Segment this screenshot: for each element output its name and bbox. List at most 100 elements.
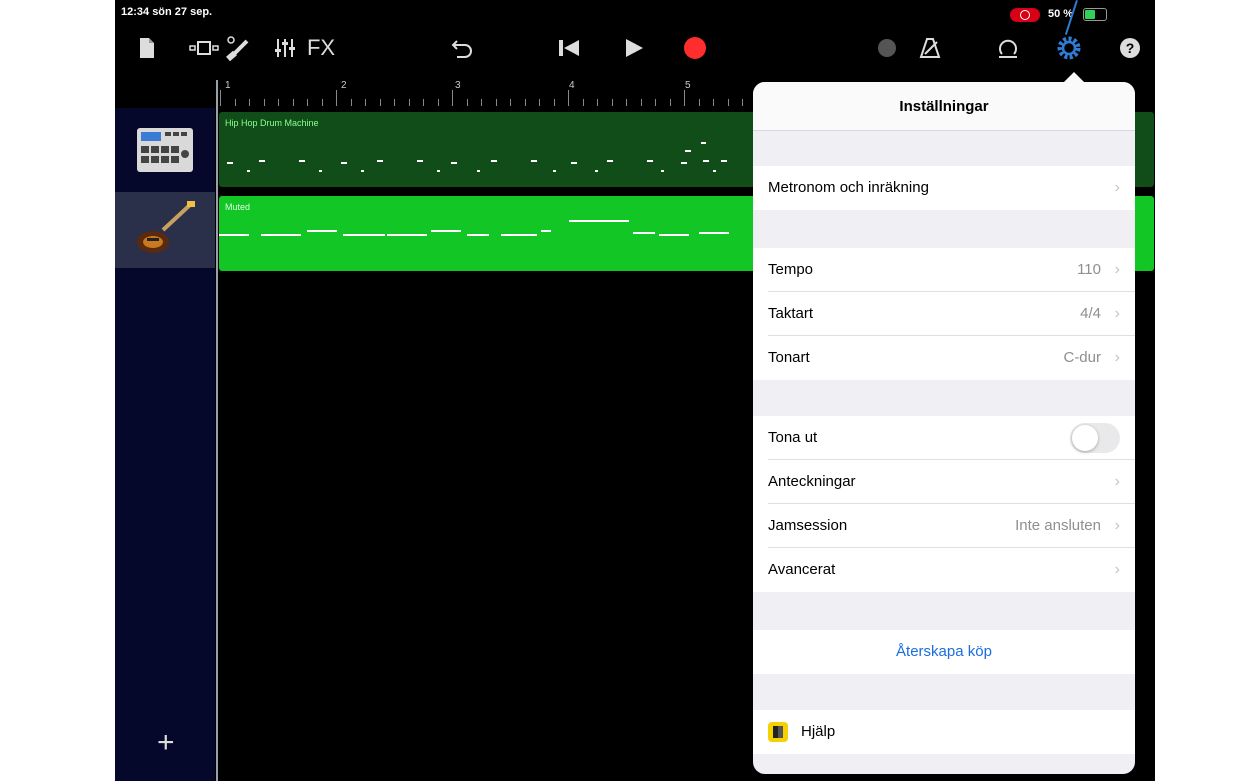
settings-popover: Inställningar Metronom och inräkning › T… [753,82,1135,774]
ruler-tick [220,90,221,106]
ruler-tick [263,99,265,106]
play-icon[interactable] [620,34,648,62]
record-icon[interactable] [681,34,709,62]
help-icon[interactable]: ? [1117,34,1143,62]
midi-note [721,160,727,162]
smart-controls-icon[interactable] [223,34,255,62]
row-label: Tempo [768,261,814,278]
track-header-drums[interactable] [115,112,215,188]
notes-row[interactable]: Anteckningar › [753,460,1135,504]
undo-icon[interactable] [448,34,476,62]
row-value: C-dur [1063,349,1101,366]
midi-note [341,162,347,164]
document-icon[interactable] [135,34,159,62]
help-row[interactable]: Hjälp [753,710,1135,754]
ruler-tick [336,90,337,106]
bar-number: 4 [569,80,575,91]
track-headers: + [115,108,215,781]
key-row[interactable]: Tonart C-dur › [753,336,1135,380]
midi-note [319,170,322,172]
bass-guitar-icon [137,201,195,253]
row-value: 4/4 [1080,305,1101,322]
midi-note [541,230,551,232]
advanced-row[interactable]: Avancerat › [753,548,1135,592]
settings-gear-icon[interactable] [1056,34,1082,62]
ruler-tick [742,99,743,106]
midi-note [681,162,687,164]
region-label: Hip Hop Drum Machine [225,118,319,128]
metronome-row[interactable]: Metronom och inräkning › [753,166,1135,210]
midi-note [259,160,265,162]
midi-note [219,234,249,236]
midi-note [491,160,497,162]
ruler-tick [466,99,468,106]
ruler-tick [481,99,482,106]
midi-note [713,170,716,172]
ruler-tick [539,99,540,106]
midi-note [661,170,664,172]
midi-note [595,170,598,172]
ruler-tick [553,99,555,106]
chevron-right-icon: › [1114,473,1120,490]
ruler-tick [234,99,236,106]
midi-note [607,160,613,162]
ruler-tick [379,99,381,106]
add-track-button[interactable]: + [157,728,175,758]
go-to-start-icon[interactable] [555,34,583,62]
count-in-icon[interactable] [875,34,899,62]
track-view-icon[interactable] [187,34,221,62]
midi-note [451,162,457,164]
time-signature-row[interactable]: Taktart 4/4 › [753,292,1135,336]
row-label: Hjälp [801,723,836,740]
ruler-tick [495,99,497,106]
jam-session-row[interactable]: Jamsession Inte ansluten › [753,504,1135,548]
ruler-tick [640,99,642,106]
midi-note [477,170,480,172]
midi-note [701,142,706,144]
row-label: Anteckningar [768,473,856,490]
ruler-tick [321,99,323,106]
midi-note [633,232,655,234]
midi-note [387,234,427,236]
restore-purchases-button[interactable]: Återskapa köp [753,630,1135,674]
midi-note [417,160,423,162]
ruler-tick [655,99,656,106]
popover-title: Inställningar [753,82,1135,131]
ruler-tick [408,99,410,106]
row-label: Metronom och inräkning [768,179,929,196]
playhead[interactable] [216,80,218,781]
chevron-right-icon: › [1114,561,1120,578]
toolbar: FX ? [115,24,1155,74]
mixer-icon[interactable] [271,34,299,62]
ruler-tick [249,99,250,106]
ruler-tick [394,99,395,106]
row-label: Återskapa köp [896,643,992,660]
battery-icon [1083,8,1107,21]
midi-note [247,170,250,172]
ruler-tick [365,99,366,106]
midi-note [699,232,729,234]
ruler-tick [292,99,294,106]
midi-note [361,170,364,172]
bar-number: 1 [225,80,231,91]
book-icon [768,722,788,742]
loop-browser-icon[interactable] [995,34,1021,62]
ruler-tick [423,99,424,106]
midi-note [467,234,489,236]
chevron-right-icon: › [1114,261,1120,278]
toggle-knob [1072,425,1098,451]
fx-button[interactable]: FX [301,34,341,62]
midi-note [307,230,337,232]
track-header-bass[interactable] [115,192,215,268]
metronome-icon[interactable] [916,34,944,62]
tempo-row[interactable]: Tempo 110 › [753,248,1135,292]
midi-note [343,234,385,236]
fade-out-toggle[interactable] [1070,423,1120,453]
row-label: Tona ut [768,429,818,446]
midi-note [685,150,691,152]
ruler-tick [307,99,308,106]
ruler-tick [611,99,613,106]
chevron-right-icon: › [1114,517,1120,534]
row-label: Taktart [768,305,814,322]
midi-note [647,160,653,162]
